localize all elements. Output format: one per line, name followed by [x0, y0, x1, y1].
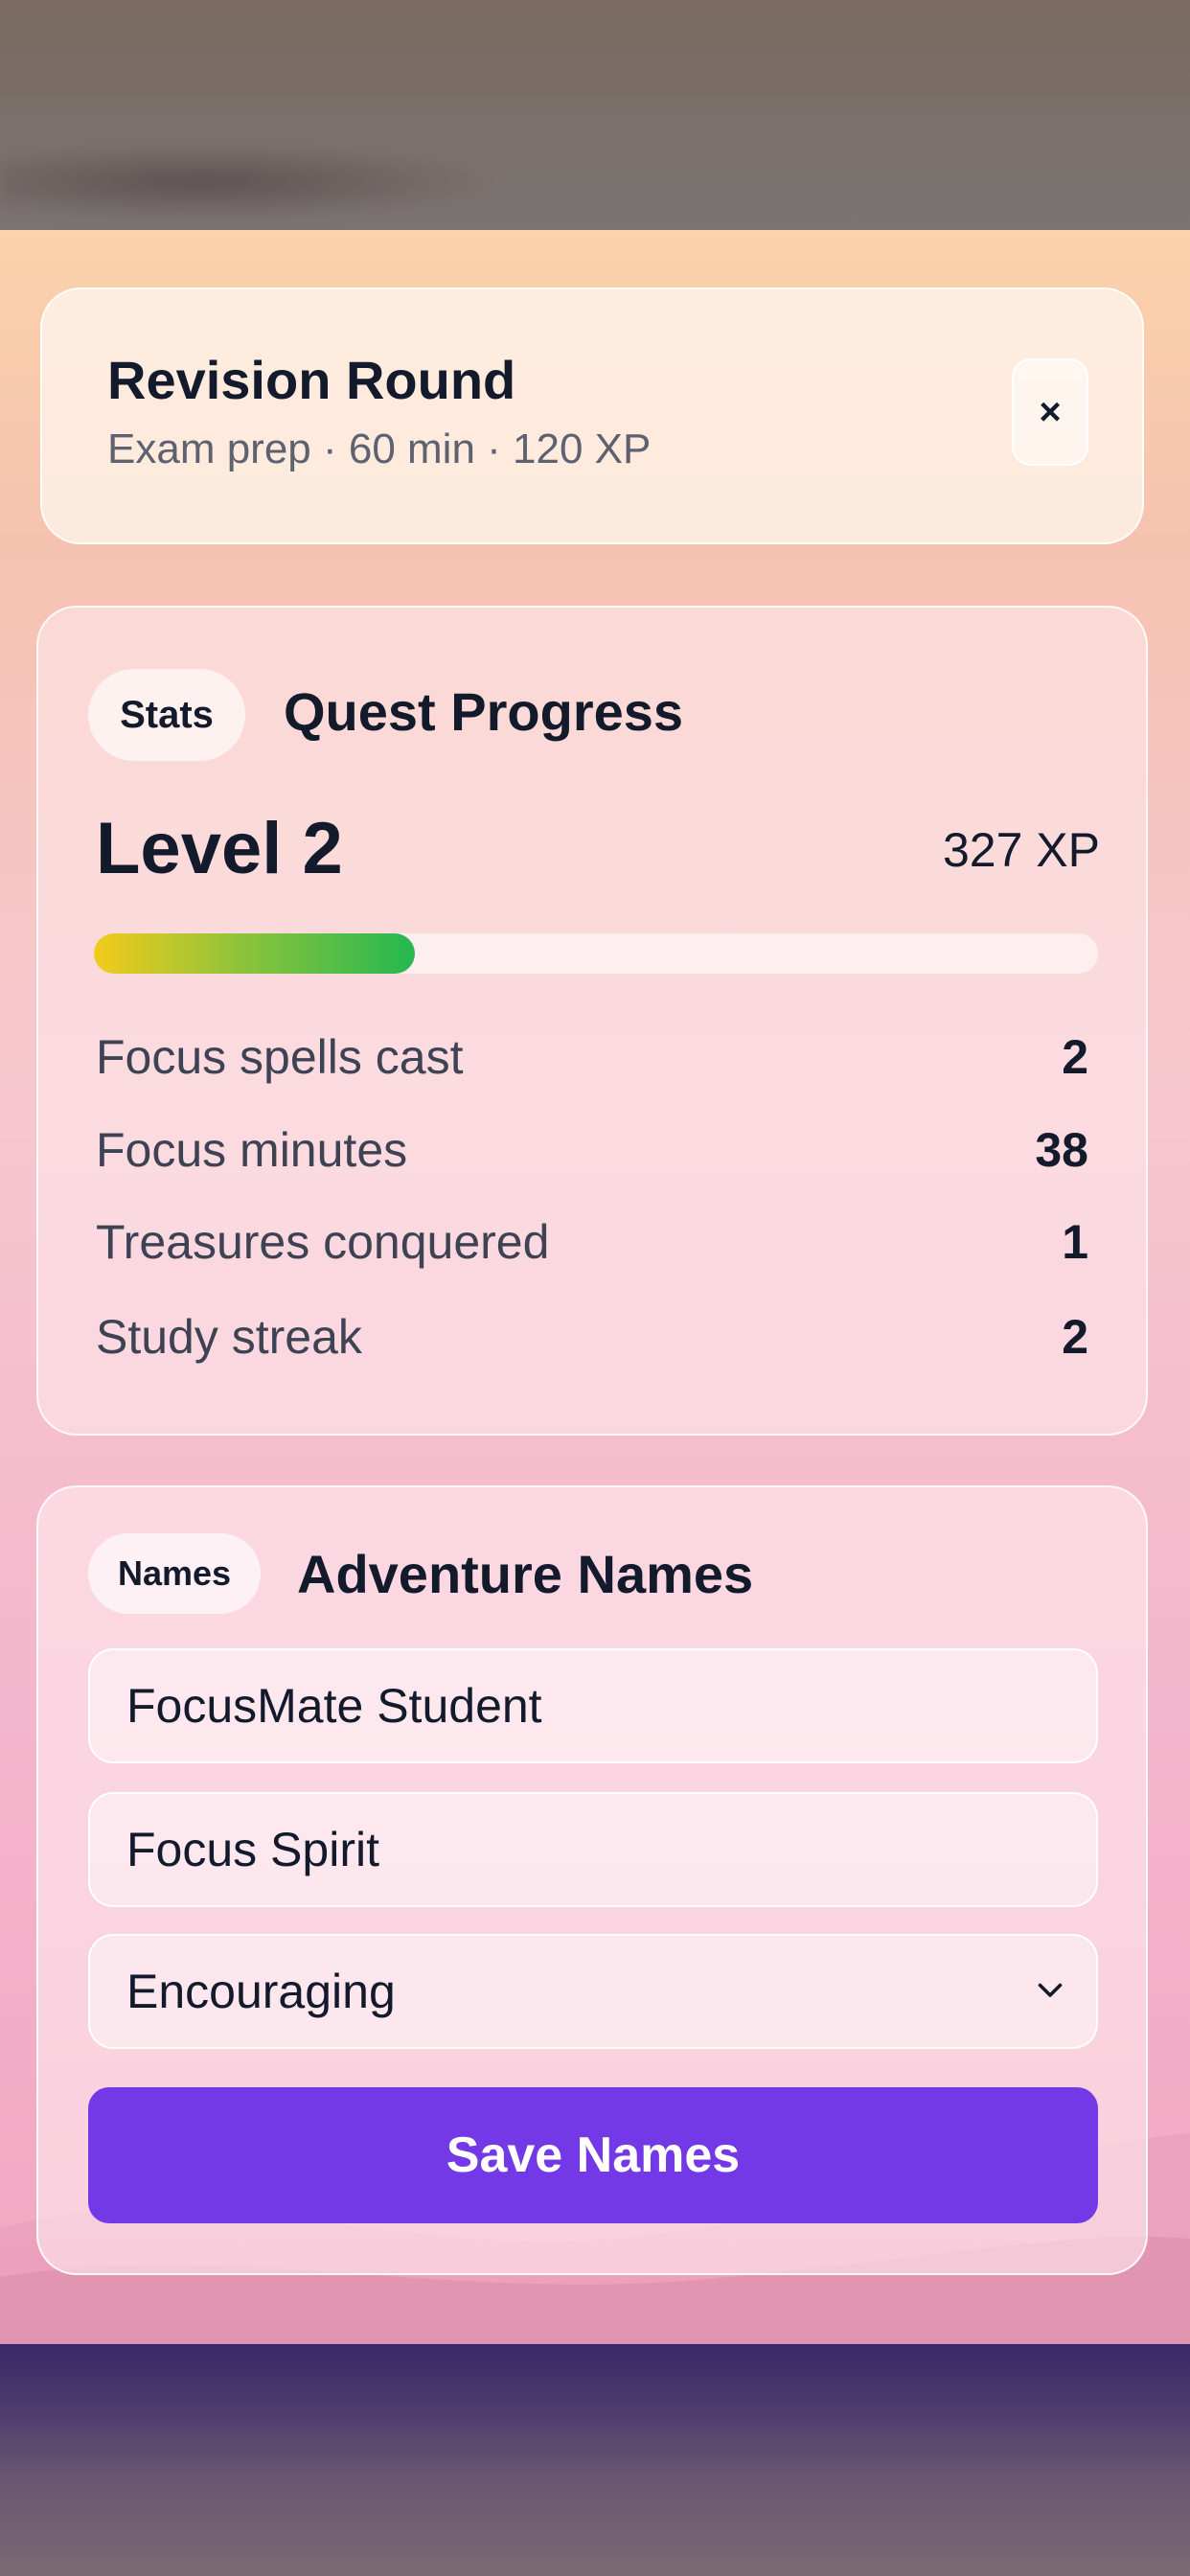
session-subtitle: Exam prep · 60 min · 120 XP [107, 426, 652, 472]
stat-value: 38 [1035, 1123, 1088, 1177]
stat-row-minutes: Focus minutes 38 [96, 1122, 1136, 1189]
adventure-names-title: Adventure Names [297, 1544, 754, 1604]
names-card: Names Adventure Names FocusMate Student … [36, 1485, 1148, 2275]
stat-row-spells: Focus spells cast 2 [96, 1029, 1136, 1096]
background-blur-bottom [0, 2344, 1190, 2576]
stat-row-treasures: Treasures conquered 1 [96, 1214, 1136, 1281]
stats-badge: Stats [88, 669, 245, 761]
stats-card: Stats Quest Progress Level 2 327 XP Focu… [36, 606, 1148, 1436]
level-label: Level 2 [96, 808, 343, 889]
session-title: Revision Round [107, 350, 516, 410]
stat-value: 1 [1062, 1215, 1088, 1269]
blurred-content [0, 144, 498, 220]
save-names-button[interactable]: Save Names [88, 2087, 1098, 2223]
student-name-input[interactable]: FocusMate Student [88, 1648, 1098, 1763]
close-icon: × [1039, 390, 1062, 433]
stat-label: Study streak [96, 1310, 362, 1364]
spirit-name-input[interactable]: Focus Spirit [88, 1792, 1098, 1907]
xp-total: 327 XP [942, 823, 1100, 877]
background-blur-top [0, 0, 1190, 230]
student-name-value: FocusMate Student [126, 1679, 542, 1733]
stat-value: 2 [1062, 1030, 1088, 1084]
quest-progress-title: Quest Progress [284, 681, 684, 742]
tone-select[interactable]: Encouraging [88, 1934, 1098, 2049]
stat-label: Focus spells cast [96, 1030, 464, 1084]
stat-value: 2 [1062, 1310, 1088, 1364]
xp-progress-fill [94, 933, 416, 974]
close-button[interactable]: × [1012, 358, 1088, 466]
stat-label: Focus minutes [96, 1123, 408, 1177]
session-header-card: Revision Round Exam prep · 60 min · 120 … [40, 288, 1144, 544]
save-names-label: Save Names [446, 2128, 741, 2183]
spirit-name-value: Focus Spirit [126, 1823, 379, 1876]
stat-label: Treasures conquered [96, 1215, 550, 1269]
names-badge: Names [88, 1533, 261, 1614]
stat-row-streak: Study streak 2 [96, 1309, 1136, 1376]
xp-progress-bar [94, 933, 1098, 974]
tone-selected-value: Encouraging [126, 1965, 396, 2018]
chevron-down-icon [1038, 1983, 1063, 1997]
